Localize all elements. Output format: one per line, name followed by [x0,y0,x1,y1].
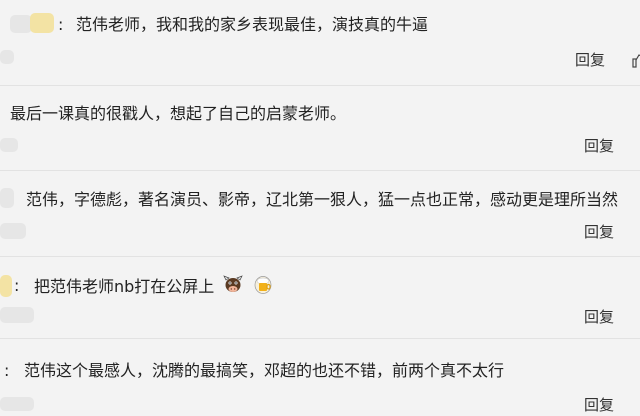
comment-text: 范伟这个最感人，沈腾的最搞笑，邓超的也还不错，前两个真不太行 [24,361,505,380]
blurred-username [30,13,54,33]
comment-text-body: 把范伟老师nb打在公屏上 [34,277,215,296]
reply-button[interactable]: 回复 [584,222,614,242]
blurred-timestamp [0,307,34,323]
comment-text: 范伟老师，我和我的家乡表现最佳，演技真的牛逼 [76,15,429,34]
comment-colon: : [14,276,20,295]
blurred-username [0,275,12,297]
blurred-timestamp [0,223,26,239]
blurred-timestamp [0,138,18,152]
comment-colon: : [4,361,10,380]
reply-button[interactable]: 回复 [584,136,614,156]
beer-emoji-icon [254,276,271,294]
reply-button[interactable]: 回复 [584,307,614,327]
comment-text: 把范伟老师nb打在公屏上 [34,275,273,298]
blurred-username [10,15,32,33]
thumbs-up-icon[interactable] [632,54,640,68]
comment-text: 范伟，字德彪，著名演员、影帝，辽北第一狠人，猛一点也正常，感动更是理所当然 [26,190,619,209]
blurred-timestamp [0,50,14,64]
comment-item: 范伟，字德彪，著名演员、影帝，辽北第一狠人，猛一点也正常，感动更是理所当然 回复 [0,171,640,255]
blurred-username [0,188,14,208]
reply-button[interactable]: 回复 [584,395,614,415]
reply-button[interactable]: 回复 [575,50,605,70]
comment-item: : 范伟老师，我和我的家乡表现最佳，演技真的牛逼 回复 [0,0,640,84]
comment-item: : 把范伟老师nb打在公屏上 回复 [0,257,640,337]
comment-colon: : [58,15,64,34]
cow-emoji-icon [223,275,244,292]
comment-text: 最后一课真的很戳人，想起了自己的启蒙老师。 [10,104,347,123]
comment-item: 最后一课真的很戳人，想起了自己的启蒙老师。 回复 [0,86,640,170]
comment-item: : 范伟这个最感人，沈腾的最搞笑，邓超的也还不错，前两个真不太行 回复 [0,339,640,416]
blurred-timestamp [0,397,34,411]
